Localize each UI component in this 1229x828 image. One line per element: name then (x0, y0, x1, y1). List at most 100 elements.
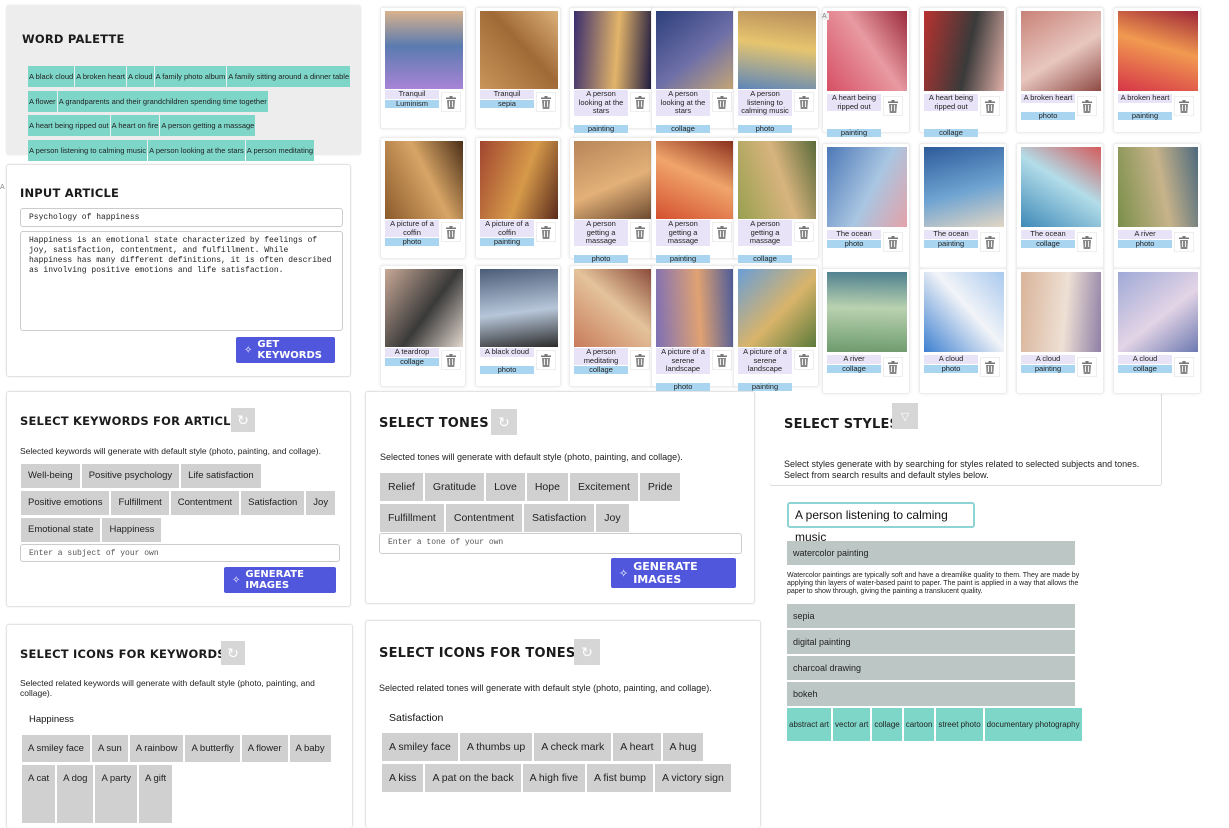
image-card[interactable]: A picture of a coffin photo (380, 137, 466, 259)
icon-keyword-chip-a-gift[interactable]: A gift (139, 765, 173, 823)
refresh-keywords-icon[interactable]: ↻ (231, 408, 255, 432)
generated-image[interactable] (738, 11, 816, 89)
generated-image[interactable] (1118, 147, 1198, 227)
image-card[interactable]: A picture of a serene landscape painting (733, 265, 819, 391)
image-card[interactable]: A river photo (1113, 143, 1201, 269)
trash-icon[interactable] (1077, 232, 1097, 252)
keyword-subject-input[interactable]: Enter a subject of your own (20, 544, 340, 562)
trash-icon[interactable] (536, 92, 556, 112)
image-card[interactable]: A cloud painting (1016, 268, 1104, 394)
style-option-digital-painting[interactable]: digital painting (787, 630, 1075, 654)
palette-word-a-person-meditating[interactable]: A person meditating (245, 139, 315, 161)
generated-image[interactable] (827, 147, 907, 227)
trash-icon[interactable] (630, 222, 650, 242)
generated-image[interactable] (656, 141, 734, 219)
image-card[interactable]: A person listening to calming music photo (733, 7, 819, 133)
image-card[interactable]: A person getting a massage painting (651, 137, 737, 263)
style-option-bokeh[interactable]: bokeh (787, 682, 1075, 706)
style-option-sepia[interactable]: sepia (787, 604, 1075, 628)
tone-chip-fulfillment[interactable]: Fulfillment (380, 504, 444, 532)
article-title-input[interactable]: Psychology of happiness (20, 208, 343, 227)
image-card[interactable]: A broken heart painting (1113, 7, 1201, 133)
palette-word-a-person-looking-at-the-stars[interactable]: A person looking at the stars (148, 139, 245, 161)
generated-image[interactable] (656, 269, 734, 347)
trash-icon[interactable] (883, 357, 903, 377)
icon-tone-chip-a-check-mark[interactable]: A check mark (534, 733, 612, 761)
default-style-documentary-photography[interactable]: documentary photography (984, 708, 1082, 741)
palette-word-a-person-getting-a-massage[interactable]: A person getting a massage (160, 115, 256, 136)
image-card[interactable]: A cloud photo (919, 268, 1007, 394)
icon-tone-chip-a-heart[interactable]: A heart (613, 733, 661, 761)
generated-image[interactable] (480, 269, 558, 347)
palette-word-a-black-cloud[interactable]: A black cloud (28, 66, 75, 87)
trash-icon[interactable] (794, 92, 814, 112)
palette-word-a-heart-on-fire[interactable]: A heart on fire (110, 115, 160, 136)
trash-icon[interactable] (712, 92, 732, 112)
keyword-chip-positive-emotions[interactable]: Positive emotions (21, 491, 110, 515)
icon-keyword-chip-a-sun[interactable]: A sun (91, 735, 128, 762)
icon-keyword-chip-a-dog[interactable]: A dog (57, 765, 94, 823)
refresh-icons-keywords-icon[interactable]: ↻ (221, 641, 245, 665)
trash-icon[interactable] (980, 96, 1000, 116)
icon-tone-chip-a-kiss[interactable]: A kiss (382, 764, 424, 792)
trash-icon[interactable] (712, 350, 732, 370)
tone-chip-excitement[interactable]: Excitement (569, 473, 638, 501)
icon-tone-chip-a-hug[interactable]: A hug (662, 733, 704, 761)
generated-image[interactable] (480, 141, 558, 219)
generated-image[interactable] (385, 141, 463, 219)
default-style-abstract-art[interactable]: abstract art (787, 708, 832, 741)
image-card[interactable]: A teardrop collage (380, 265, 466, 387)
palette-word-a-family-photo-album[interactable]: A family photo album (154, 66, 227, 87)
generated-image[interactable] (1021, 11, 1101, 91)
generated-image[interactable] (827, 11, 907, 91)
icon-keyword-chip-a-flower[interactable]: A flower (241, 735, 288, 762)
default-style-street-photo[interactable]: street photo (936, 708, 983, 741)
keyword-chip-emotional-state[interactable]: Emotional state (21, 518, 101, 542)
icon-tone-chip-a-fist-bump[interactable]: A fist bump (587, 764, 653, 792)
palette-word-a-person-listening-to-calming-music[interactable]: A person listening to calming music (28, 139, 148, 161)
image-card[interactable]: A person getting a massage collage (733, 137, 819, 263)
trash-icon[interactable] (1077, 96, 1097, 116)
generated-image[interactable] (827, 272, 907, 352)
icon-keyword-chip-a-smiley-face[interactable]: A smiley face (22, 735, 90, 762)
generated-image[interactable] (574, 11, 652, 89)
icon-keyword-chip-a-butterfly[interactable]: A butterfly (185, 735, 240, 762)
image-card[interactable]: Tranquil Luminism (380, 7, 466, 129)
default-style-vector-art[interactable]: vector art (833, 708, 871, 741)
keyword-chip-satisfaction[interactable]: Satisfaction (241, 491, 305, 515)
trash-icon[interactable] (441, 222, 461, 242)
palette-word-a-flower[interactable]: A flower (28, 90, 57, 112)
trash-icon[interactable] (1174, 232, 1194, 252)
default-style-cartoon[interactable]: cartoon (903, 708, 935, 741)
icon-keyword-chip-a-baby[interactable]: A baby (289, 735, 331, 762)
keyword-chip-well-being[interactable]: Well-being (21, 464, 80, 488)
generated-image[interactable] (924, 11, 1004, 91)
image-card[interactable]: A person meditating collage (569, 265, 655, 387)
generated-image[interactable] (1021, 147, 1101, 227)
image-card[interactable]: A cloud collage (1113, 268, 1201, 394)
image-card[interactable]: A picture of a serene landscape photo (651, 265, 737, 391)
refresh-tones-icon[interactable]: ↻ (491, 409, 517, 435)
generate-images-tones-button[interactable]: ✧ GENERATE IMAGES (611, 558, 736, 588)
trash-icon[interactable] (883, 232, 903, 252)
image-card[interactable]: A black cloud photo (475, 265, 561, 387)
generated-image[interactable] (924, 147, 1004, 227)
generate-images-keywords-button[interactable]: ✧ GENERATE IMAGES (224, 567, 336, 593)
article-body-textarea[interactable]: Happiness is an emotional state characte… (20, 231, 343, 331)
trash-icon[interactable] (883, 96, 903, 116)
tone-chip-satisfaction[interactable]: Satisfaction (523, 504, 595, 532)
trash-icon[interactable] (794, 350, 814, 370)
trash-icon[interactable] (712, 222, 732, 242)
trash-icon[interactable] (980, 357, 1000, 377)
style-option-watercolor[interactable]: watercolor painting (787, 541, 1075, 565)
generated-image[interactable] (385, 11, 463, 89)
keyword-chip-fulfillment[interactable]: Fulfillment (111, 491, 169, 515)
icon-tone-chip-a-pat-on-the-back[interactable]: A pat on the back (425, 764, 521, 792)
tone-chip-relief[interactable]: Relief (380, 473, 423, 501)
generated-image[interactable] (924, 272, 1004, 352)
palette-word-a-cloud[interactable]: A cloud (127, 66, 154, 87)
generated-image[interactable] (1118, 272, 1198, 352)
refresh-icons-tones-icon[interactable]: ↻ (574, 639, 600, 665)
trash-icon[interactable] (630, 92, 650, 112)
trash-icon[interactable] (441, 350, 461, 370)
